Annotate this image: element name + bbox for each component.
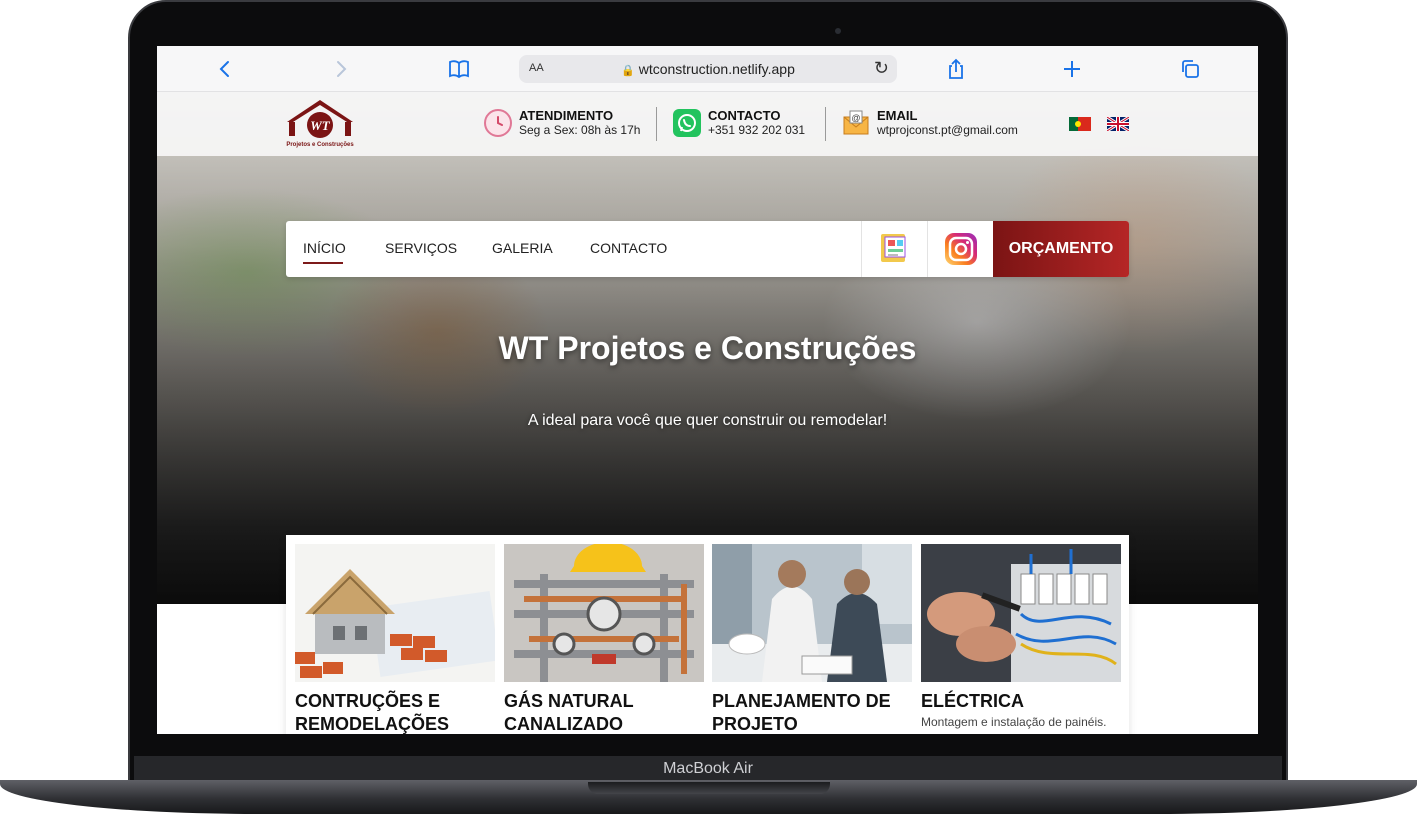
whatsapp-icon bbox=[673, 109, 701, 137]
url-text: 🔒 wtconstruction.netlify.app bbox=[519, 61, 897, 77]
laptop-notch bbox=[588, 782, 830, 794]
clock-icon bbox=[484, 109, 512, 137]
hero-title: WT Projetos e Construções bbox=[498, 330, 917, 366]
service-card[interactable]: ELÉCTRICA Montagem e instalação de painé… bbox=[921, 544, 1121, 729]
portfolio-icon bbox=[881, 234, 906, 262]
portfolio-button[interactable] bbox=[861, 221, 927, 277]
service-image-planning bbox=[712, 544, 912, 682]
service-title: PLANEJAMENTO DE PROJETO bbox=[712, 691, 891, 734]
top-info-bar: WT Projetos e Construções ATENDIMENTO Se… bbox=[157, 92, 1258, 156]
new-tab-icon[interactable] bbox=[1060, 57, 1084, 81]
logo-subtitle: Projetos e Construções bbox=[286, 142, 354, 148]
bookmarks-icon[interactable] bbox=[447, 57, 471, 81]
main-nav: INÍCIO SERVIÇOS GALERIA CONTACTO ORÇAMEN… bbox=[286, 221, 1129, 277]
divider bbox=[656, 107, 657, 141]
orcamento-button[interactable]: ORÇAMENTO bbox=[993, 221, 1129, 277]
logo-initials: WT bbox=[310, 118, 331, 133]
contacto-title: CONTACTO bbox=[708, 108, 781, 123]
share-icon[interactable] bbox=[944, 57, 968, 81]
service-card[interactable]: CONTRUÇÕES E REMODELAÇÕES bbox=[295, 544, 495, 734]
email-title: EMAIL bbox=[877, 108, 918, 123]
service-image-gas bbox=[504, 544, 704, 682]
contacto-value: +351 932 202 031 bbox=[708, 123, 806, 137]
svg-text:@: @ bbox=[851, 113, 860, 123]
address-bar[interactable]: AA 🔒 wtconstruction.netlify.app ↻ bbox=[519, 55, 897, 83]
url-value: wtconstruction.netlify.app bbox=[638, 61, 795, 77]
atendimento-info: ATENDIMENTO Seg a Sex: 08h às 17h bbox=[484, 107, 644, 141]
instagram-button[interactable] bbox=[927, 221, 993, 277]
email-value: wtprojconst.pt@gmail.com bbox=[877, 123, 1018, 137]
nav-item-contacto[interactable]: CONTACTO bbox=[590, 240, 667, 256]
services-section: CONTRUÇÕES E REMODELAÇÕES GÁS NATURAL CANA… bbox=[286, 535, 1129, 734]
service-title: ELÉCTRICA bbox=[921, 691, 1024, 711]
service-image-electrical bbox=[921, 544, 1121, 682]
back-icon[interactable] bbox=[213, 57, 237, 81]
laptop-chin: MacBook Air bbox=[134, 756, 1282, 782]
service-title: CONTRUÇÕES E REMODELAÇÕES bbox=[295, 691, 450, 734]
forward-icon[interactable] bbox=[329, 57, 353, 81]
pt-flag-icon[interactable] bbox=[1069, 117, 1091, 131]
email-info[interactable]: @ EMAIL wtprojconst.pt@gmail.com bbox=[842, 107, 1042, 141]
hero-subtitle: A ideal para você que quer construir ou … bbox=[527, 412, 888, 429]
service-card[interactable]: GÁS NATURAL CANALIZADO bbox=[504, 544, 704, 734]
nav-active-indicator bbox=[303, 262, 343, 264]
nav-item-servicos[interactable]: SERVIÇOS bbox=[385, 240, 457, 256]
email-icon: @ bbox=[842, 109, 870, 137]
browser-toolbar: AA 🔒 wtconstruction.netlify.app ↻ bbox=[157, 46, 1258, 92]
service-title: GÁS NATURAL CANALIZADO bbox=[504, 691, 634, 734]
atendimento-value: Seg a Sex: 08h às 17h bbox=[519, 123, 641, 137]
camera-icon bbox=[835, 28, 841, 34]
contacto-info[interactable]: CONTACTO +351 932 202 031 bbox=[673, 107, 813, 141]
reload-icon[interactable]: ↻ bbox=[874, 58, 889, 79]
service-description: Montagem e instalação de painéis. bbox=[921, 715, 1107, 729]
divider bbox=[825, 107, 826, 141]
tabs-icon[interactable] bbox=[1178, 57, 1202, 81]
screen: AA 🔒 wtconstruction.netlify.app ↻ WT Pro… bbox=[157, 46, 1258, 734]
site-logo[interactable]: WT Projetos e Construções bbox=[283, 96, 357, 152]
atendimento-title: ATENDIMENTO bbox=[519, 108, 614, 123]
lock-icon: 🔒 bbox=[621, 65, 635, 77]
instagram-icon bbox=[945, 233, 977, 265]
nav-item-galeria[interactable]: GALERIA bbox=[492, 240, 553, 256]
nav-item-inicio[interactable]: INÍCIO bbox=[303, 240, 346, 256]
device-label: MacBook Air bbox=[663, 760, 753, 777]
service-image-construction bbox=[295, 544, 495, 682]
uk-flag-icon[interactable] bbox=[1106, 115, 1130, 133]
service-card[interactable]: PLANEJAMENTO DE PROJETO bbox=[712, 544, 912, 734]
hero-section: WT Projetos e Construções ATENDIMENTO Se… bbox=[157, 92, 1258, 604]
